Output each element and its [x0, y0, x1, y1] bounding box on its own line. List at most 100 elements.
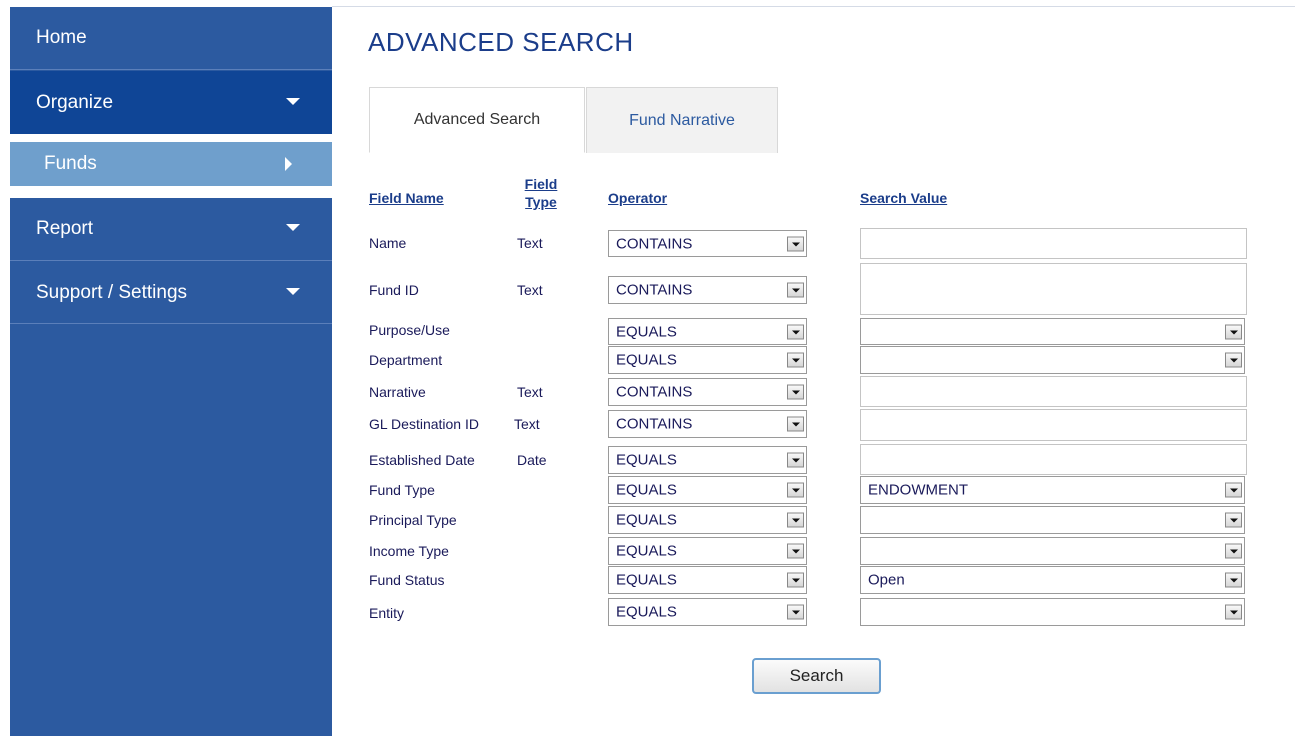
operator-select[interactable]: EQUALS — [608, 506, 807, 534]
operator-select[interactable]: EQUALS — [608, 598, 807, 626]
nav-support-settings-label: Support / Settings — [36, 281, 188, 303]
field-type: Text — [517, 282, 543, 298]
search-value-select[interactable] — [860, 598, 1245, 626]
field-name: GL Destination ID — [369, 416, 479, 432]
chevron-down-icon — [286, 97, 300, 105]
field-name: Established Date — [369, 452, 475, 468]
chevron-right-icon — [285, 157, 292, 171]
dropdown-arrow-icon — [787, 236, 804, 251]
column-header-field-type[interactable]: Field Type — [517, 175, 565, 211]
operator-select[interactable]: EQUALS — [608, 537, 807, 565]
nav-report[interactable]: Report — [10, 198, 332, 261]
nav-separator — [10, 186, 332, 198]
operator-value: EQUALS — [616, 542, 677, 560]
operator-value: CONTAINS — [616, 235, 693, 252]
column-header-operator[interactable]: Operator — [608, 189, 667, 207]
dropdown-arrow-icon — [787, 416, 804, 432]
dropdown-arrow-icon — [787, 482, 804, 498]
nav-report-label: Report — [36, 218, 94, 239]
nav-home[interactable]: Home — [10, 7, 332, 70]
page-title: ADVANCED SEARCH — [368, 27, 634, 57]
field-type: Date — [517, 452, 547, 468]
field-name: Narrative — [369, 384, 426, 400]
search-value-select[interactable] — [860, 318, 1245, 345]
nav-support-settings[interactable]: Support / Settings — [10, 262, 332, 324]
dropdown-arrow-icon — [1225, 482, 1242, 498]
field-name: Name — [369, 235, 407, 251]
dropdown-arrow-icon — [1225, 352, 1242, 368]
dropdown-arrow-icon — [1225, 543, 1242, 559]
search-value-select[interactable]: ENDOWMENT — [860, 476, 1245, 504]
sidebar: Home Organize Funds Report Support / Set… — [10, 7, 332, 736]
field-type: Text — [514, 416, 540, 432]
nav-home-label: Home — [36, 27, 87, 48]
search-value-select[interactable]: Open — [860, 566, 1245, 594]
search-value-input[interactable] — [860, 228, 1247, 259]
search-value-input[interactable] — [860, 409, 1247, 441]
dropdown-arrow-icon — [1225, 512, 1242, 528]
operator-value: EQUALS — [616, 481, 677, 499]
operator-select[interactable]: CONTAINS — [608, 410, 807, 438]
dropdown-arrow-icon — [787, 572, 804, 588]
operator-select[interactable]: CONTAINS — [608, 378, 807, 406]
operator-select[interactable]: CONTAINS — [608, 230, 807, 257]
field-name: Fund ID — [369, 282, 419, 298]
dropdown-arrow-icon — [1225, 572, 1242, 588]
dropdown-arrow-icon — [787, 512, 804, 528]
operator-value: EQUALS — [616, 571, 677, 589]
dropdown-arrow-icon — [787, 352, 804, 368]
dropdown-arrow-icon — [1225, 324, 1242, 339]
dropdown-arrow-icon — [787, 282, 804, 298]
dropdown-arrow-icon — [787, 452, 804, 468]
search-value: ENDOWMENT — [868, 481, 968, 499]
operator-value: EQUALS — [616, 451, 677, 469]
column-header-field-name[interactable]: Field Name — [369, 189, 444, 207]
field-name: Entity — [369, 605, 405, 621]
operator-select[interactable]: EQUALS — [608, 446, 807, 474]
dropdown-arrow-icon — [787, 384, 804, 400]
field-name: Income Type — [369, 543, 449, 559]
operator-value: CONTAINS — [616, 281, 693, 299]
field-name: Purpose/Use — [369, 322, 450, 338]
nav-funds-label: Funds — [44, 153, 97, 174]
tab-fund-narrative[interactable]: Fund Narrative — [586, 87, 778, 153]
nav-separator — [10, 134, 332, 142]
search-button[interactable]: Search — [752, 658, 881, 694]
search-value-input[interactable] — [860, 444, 1247, 475]
field-type: Text — [517, 384, 543, 400]
dropdown-arrow-icon — [787, 604, 804, 620]
dropdown-arrow-icon — [1225, 604, 1242, 620]
nav-funds[interactable]: Funds — [10, 142, 332, 186]
search-value: Open — [868, 571, 905, 589]
field-name: Principal Type — [369, 512, 457, 528]
top-divider — [332, 6, 1295, 7]
tab-advanced-search[interactable]: Advanced Search — [369, 87, 585, 153]
field-name: Department — [369, 352, 443, 368]
dropdown-arrow-icon — [787, 543, 804, 559]
chevron-down-icon — [286, 224, 300, 231]
field-name: Fund Type — [369, 482, 435, 498]
field-type: Text — [517, 235, 543, 251]
operator-value: EQUALS — [616, 511, 677, 529]
operator-value: CONTAINS — [616, 383, 693, 401]
nav-organize[interactable]: Organize — [10, 71, 332, 134]
operator-select[interactable]: EQUALS — [608, 318, 807, 345]
operator-value: CONTAINS — [616, 415, 693, 433]
operator-select[interactable]: EQUALS — [608, 346, 807, 374]
operator-select[interactable]: EQUALS — [608, 566, 807, 594]
operator-select[interactable]: CONTAINS — [608, 276, 807, 304]
search-value-select[interactable] — [860, 506, 1245, 534]
nav-organize-label: Organize — [36, 91, 114, 113]
chevron-down-icon — [286, 287, 300, 295]
operator-value: EQUALS — [616, 351, 677, 369]
operator-value: EQUALS — [616, 323, 677, 340]
operator-select[interactable]: EQUALS — [608, 476, 807, 504]
search-value-input[interactable] — [860, 263, 1247, 315]
search-value-select[interactable] — [860, 346, 1245, 374]
field-name: Fund Status — [369, 572, 445, 588]
search-value-select[interactable] — [860, 537, 1245, 565]
search-value-input[interactable] — [860, 376, 1247, 407]
operator-value: EQUALS — [616, 603, 677, 621]
dropdown-arrow-icon — [787, 324, 804, 339]
column-header-search-value[interactable]: Search Value — [860, 189, 947, 207]
